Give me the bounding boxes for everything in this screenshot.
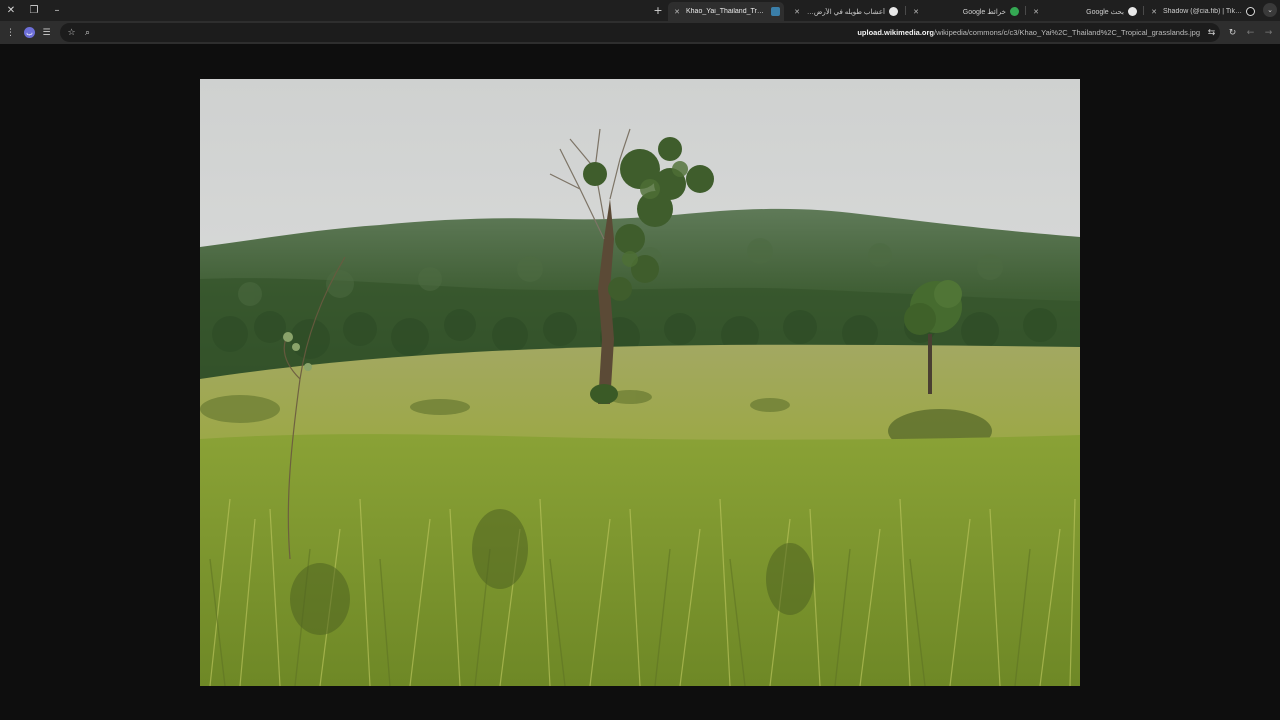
tab-close-icon[interactable]: ✕ [672,8,682,16]
address-bar[interactable]: ☆ ⌕ upload.wikimedia.org/wikipedia/commo… [60,23,1220,42]
reading-list-icon: ☰ [42,27,51,38]
forward-button[interactable]: ← [1243,25,1258,40]
back-button[interactable]: → [1261,25,1276,40]
tab-google-search[interactable]: ✕ بحث Google [1027,2,1141,21]
reload-icon: ↻ [1228,27,1237,38]
tab-title: Khao_Yai_Thailand_Tropical_gr [686,8,771,15]
url-path: /wikipedia/commons/c/c3/Khao_Yai%2C_Thai… [934,28,1200,37]
new-tab-button[interactable]: + [651,2,665,18]
tune-icon: ⇆ [1207,27,1216,38]
maps-favicon-icon [1010,7,1019,16]
tab-title: بحث Google [1086,8,1124,16]
plus-icon: + [653,3,663,17]
tab-title: أعشاب طويله في الأرض - بحث ... [802,8,885,16]
minimize-window-button[interactable]: – [48,2,66,18]
reading-list-button[interactable]: ☰ [39,25,54,40]
tab-search-button[interactable]: ⌄ [1263,3,1277,17]
bookmark-button[interactable]: ☆ [64,25,79,40]
arrow-right-icon: → [1264,27,1273,38]
page-viewport [0,44,1280,720]
tab-separator [1025,6,1026,15]
google-favicon-icon [1128,7,1137,16]
zoom-icon: ⌕ [84,27,91,38]
star-icon: ☆ [67,27,76,38]
reload-button[interactable]: ↻ [1225,25,1240,40]
toolbar: ⋮ ب ☰ ☆ ⌕ upload.wikimedia.org/wikipedia… [0,21,1280,44]
tab-close-icon[interactable]: ✕ [1149,8,1159,16]
chevron-down-icon: ⌄ [1267,6,1273,14]
google-favicon-icon [889,7,898,16]
tab-google-search-grass[interactable]: ✕ أعشاب طويله في الأرض - بحث ... [788,2,902,21]
grassland-photo-illustration [200,79,1080,686]
tab-google-maps[interactable]: ✕ خرائط Google [907,2,1023,21]
restore-icon: ❐ [29,4,39,16]
tab-khao-yai[interactable]: ✕ Khao_Yai_Thailand_Tropical_gr [668,2,784,21]
url-text[interactable]: upload.wikimedia.org/wikipedia/commons/c… [857,28,1200,37]
url-domain: upload.wikimedia.org [857,28,935,37]
grassland-photo[interactable] [200,79,1080,686]
tab-separator [905,6,906,15]
arrow-left-icon: ← [1246,27,1255,38]
close-icon: ✕ [6,4,16,16]
tab-close-icon[interactable]: ✕ [1031,8,1041,16]
tab-strip: ✕ ❐ – + ✕ Khao_Yai_Thailand_Tropical_gr … [0,0,1280,21]
tab-title: خرائط Google [962,8,1006,16]
kebab-menu-icon: ⋮ [6,27,15,38]
zoom-button[interactable]: ⌕ [80,25,95,40]
tiktok-favicon-icon [1246,7,1255,16]
tab-tiktok[interactable]: ✕ Shadow (@cia.fib) | TikTok(+99) [1145,2,1259,21]
tab-close-icon[interactable]: ✕ [911,8,921,16]
profile-avatar[interactable]: ب [24,27,35,38]
tab-title: Shadow (@cia.fib) | TikTok(+99) [1163,8,1246,15]
minimize-icon: – [54,4,60,16]
site-settings-button[interactable]: ⇆ [1204,25,1219,40]
close-window-button[interactable]: ✕ [2,2,20,18]
wikimedia-favicon-icon [771,7,780,16]
menu-button[interactable]: ⋮ [3,25,18,40]
restore-window-button[interactable]: ❐ [25,2,43,18]
tab-close-icon[interactable]: ✕ [792,8,802,16]
tab-separator [1143,6,1144,15]
